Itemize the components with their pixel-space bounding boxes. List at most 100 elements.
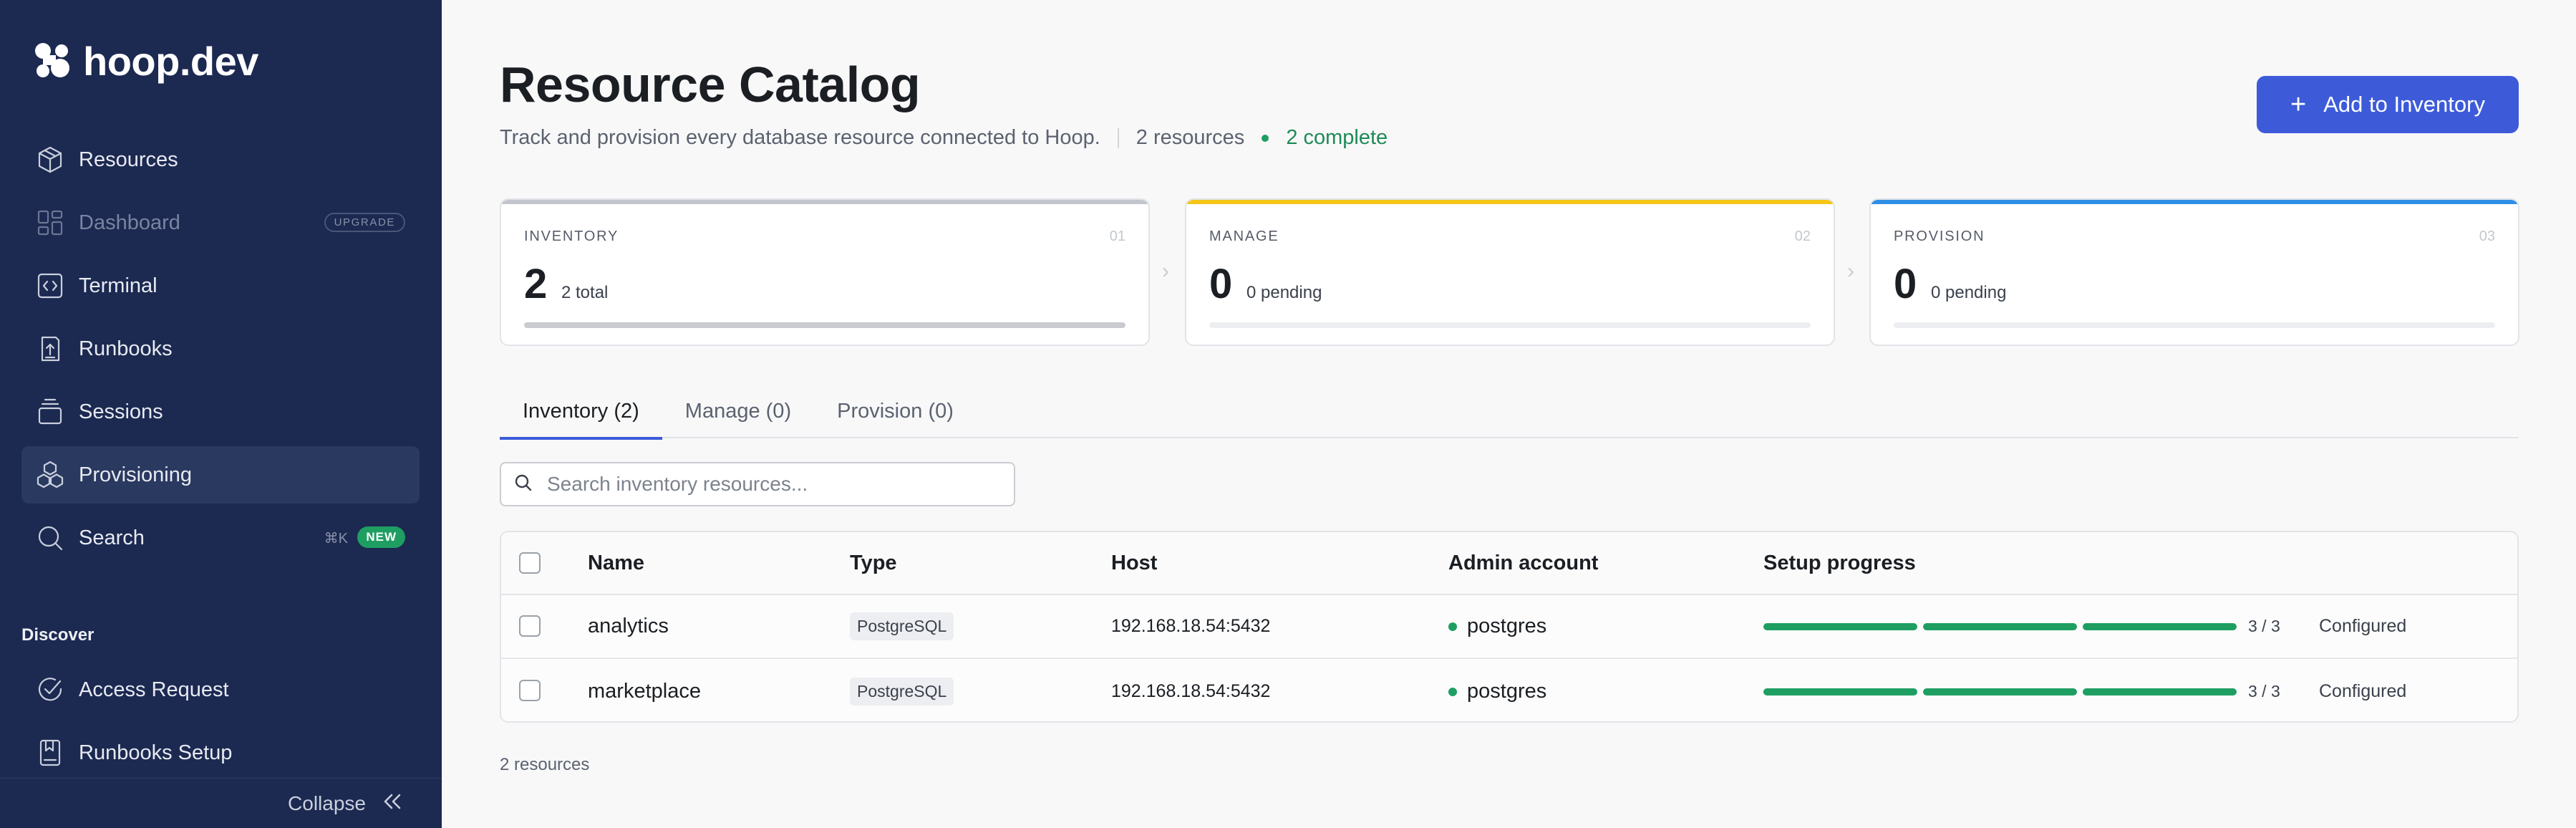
table-row[interactable]: analytics PostgreSQL 192.168.18.54:5432 … xyxy=(501,595,2517,659)
row-checkbox[interactable] xyxy=(519,680,541,701)
stage-count: 0 xyxy=(1209,261,1233,307)
sidebar: hoop.dev Resources Dashboard UPGRADE Ter… xyxy=(0,0,442,828)
row-checkbox[interactable] xyxy=(519,615,541,637)
stage-card-manage[interactable]: MANAGE 02 0 0 pending xyxy=(1185,198,1835,346)
stage-label: INVENTORY xyxy=(524,228,619,244)
stage-subtext: 0 pending xyxy=(1931,283,2007,302)
stage-card-provision[interactable]: PROVISION 03 0 0 pending xyxy=(1869,198,2519,346)
stage-accent xyxy=(1186,200,1834,204)
sidebar-item-access-request[interactable]: Access Request xyxy=(21,661,420,718)
column-header-admin-account[interactable]: Admin account xyxy=(1448,552,1598,575)
stage-subtext: 2 total xyxy=(561,283,609,302)
tab-provision[interactable]: Provision (0) xyxy=(814,384,977,438)
column-header-setup-progress[interactable]: Setup progress xyxy=(1763,552,1916,575)
sidebar-item-provisioning[interactable]: Provisioning xyxy=(21,446,420,504)
admin-account: postgres xyxy=(1448,680,1546,703)
search-input[interactable] xyxy=(547,473,1005,496)
search-icon xyxy=(513,472,534,497)
progress-segment xyxy=(1923,622,2077,630)
stage-progress-fill xyxy=(524,322,1125,328)
add-to-inventory-button[interactable]: + Add to Inventory xyxy=(2257,76,2519,133)
sidebar-item-label: Access Request xyxy=(79,678,229,701)
hoop-logo-icon xyxy=(33,41,74,82)
status-dot xyxy=(1262,134,1269,142)
sidebar-item-runbooks-setup[interactable]: Runbooks Setup xyxy=(21,724,420,781)
stage-count: 2 xyxy=(524,261,548,307)
type-badge: PostgreSQL xyxy=(850,612,954,640)
sidebar-item-resources[interactable]: Resources xyxy=(21,131,420,188)
table-header: Name Type Host Admin account Setup progr… xyxy=(501,532,2517,595)
select-all-checkbox[interactable] xyxy=(519,552,541,574)
brand[interactable]: hoop.dev xyxy=(33,38,258,85)
collapse-button[interactable]: Collapse xyxy=(0,778,442,828)
stage-subtext: 0 pending xyxy=(1246,283,1322,302)
book-icon xyxy=(34,737,66,769)
divider xyxy=(1117,127,1119,148)
setup-status: Configured xyxy=(2319,681,2407,701)
sidebar-item-label: Runbooks xyxy=(79,337,173,360)
dashboard-icon xyxy=(34,207,66,239)
setup-progress-bar xyxy=(1763,622,2237,630)
progress-segment xyxy=(2083,688,2237,695)
sessions-icon xyxy=(34,396,66,428)
stage-accent xyxy=(501,200,1148,204)
sidebar-item-label: Sessions xyxy=(79,400,163,423)
progress-segment xyxy=(1763,688,1917,695)
setup-status: Configured xyxy=(2319,616,2407,636)
sidebar-item-sessions[interactable]: Sessions xyxy=(21,383,420,441)
admin-account-value: postgres xyxy=(1467,615,1547,637)
collapse-label: Collapse xyxy=(288,791,366,814)
stage-label: PROVISION xyxy=(1894,228,1985,244)
plus-icon: + xyxy=(2290,90,2307,120)
host-value: 192.168.18.54:5432 xyxy=(1111,616,1271,636)
complete-count: 2 complete xyxy=(1286,126,1388,149)
cube-icon xyxy=(34,144,66,175)
stage-number: 03 xyxy=(2479,228,2495,244)
keyboard-shortcut: ⌘K xyxy=(324,531,348,547)
footer-resource-count: 2 resources xyxy=(500,755,590,774)
runbook-icon xyxy=(34,333,66,365)
stage-accent xyxy=(1871,200,2518,204)
subtitle-text: Track and provision every database resou… xyxy=(500,126,1100,149)
sidebar-item-runbooks[interactable]: Runbooks xyxy=(21,320,420,377)
tab-manage[interactable]: Manage (0) xyxy=(662,384,814,438)
status-dot xyxy=(1448,622,1457,631)
setup-progress-count: 3 / 3 xyxy=(2248,617,2280,635)
type-badge: PostgreSQL xyxy=(850,678,954,706)
chevron-right-icon: › xyxy=(1162,259,1169,283)
setup-progress-count: 3 / 3 xyxy=(2248,682,2280,701)
sidebar-item-label: Provisioning xyxy=(79,463,192,486)
code-icon xyxy=(34,270,66,302)
sidebar-item-search[interactable]: Search ⌘K NEW xyxy=(21,509,420,567)
stage-number: 02 xyxy=(1794,228,1811,244)
resource-name[interactable]: analytics xyxy=(588,615,669,638)
check-circle-icon xyxy=(34,674,66,706)
stage-label: MANAGE xyxy=(1209,228,1279,244)
resource-name[interactable]: marketplace xyxy=(588,680,701,703)
stage-card-inventory[interactable]: INVENTORY 01 2 2 total xyxy=(500,198,1150,346)
provisioning-icon xyxy=(34,459,66,491)
tab-inventory[interactable]: Inventory (2) xyxy=(500,384,662,440)
column-header-host[interactable]: Host xyxy=(1111,552,1157,575)
double-chevron-left-icon xyxy=(380,789,405,817)
column-header-type[interactable]: Type xyxy=(850,552,897,575)
admin-account: postgres xyxy=(1448,615,1546,638)
search-box[interactable] xyxy=(500,462,1015,506)
column-header-name[interactable]: Name xyxy=(588,552,644,575)
upgrade-badge: UPGRADE xyxy=(324,213,405,232)
table-row[interactable]: marketplace PostgreSQL 192.168.18.54:543… xyxy=(501,660,2517,721)
stage-progress-bar xyxy=(1894,322,2495,328)
stage-number: 01 xyxy=(1109,228,1125,244)
admin-account-value: postgres xyxy=(1467,680,1547,703)
page-subtitle: Track and provision every database resou… xyxy=(500,126,1388,150)
brand-name: hoop.dev xyxy=(83,39,258,84)
tab-bar: Inventory (2) Manage (0) Provision (0) xyxy=(500,384,2519,440)
sidebar-item-dashboard[interactable]: Dashboard UPGRADE xyxy=(21,194,420,251)
sidebar-item-terminal[interactable]: Terminal xyxy=(21,257,420,314)
progress-segment xyxy=(2083,622,2237,630)
progress-segment xyxy=(1923,688,2077,695)
sidebar-item-label: Runbooks Setup xyxy=(79,741,233,764)
sidebar-item-label: Resources xyxy=(79,148,178,171)
add-to-inventory-label: Add to Inventory xyxy=(2323,92,2485,117)
search-icon xyxy=(34,522,66,554)
